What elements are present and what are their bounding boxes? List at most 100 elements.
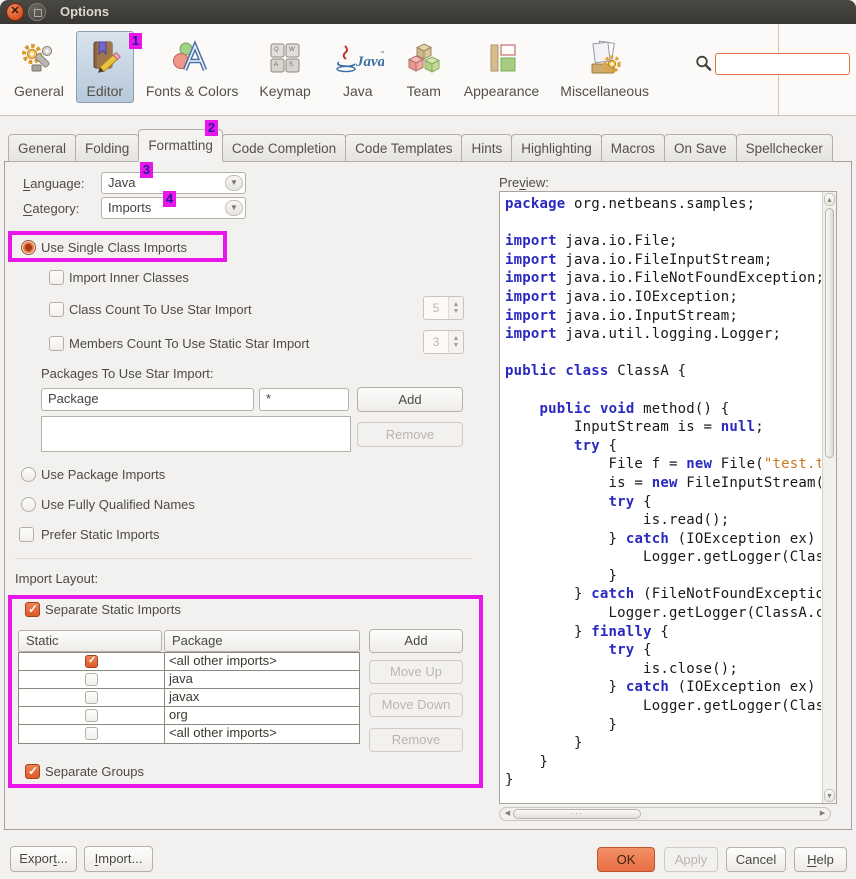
search-icon	[694, 54, 713, 78]
editor-icon	[85, 36, 125, 82]
toolbar-item-label: Java	[343, 83, 373, 99]
static-checkbox[interactable]	[85, 727, 98, 740]
table-row[interactable]: javax	[19, 689, 359, 707]
table-row[interactable]: <all other imports>	[19, 725, 359, 743]
packages-remove-button[interactable]: Remove	[357, 422, 463, 447]
export-button[interactable]: Export...	[10, 846, 77, 872]
toolbar-item-team[interactable]: Team	[396, 31, 452, 103]
vertical-scrollbar-thumb[interactable]	[825, 208, 834, 458]
star-import-packages-list[interactable]	[41, 416, 351, 452]
static-checkbox[interactable]	[85, 709, 98, 722]
separate-static-imports-checkbox[interactable]	[25, 602, 40, 617]
import-inner-classes-label[interactable]: Import Inner Classes	[69, 270, 189, 285]
table-header-package[interactable]: Package	[164, 630, 360, 652]
table-row[interactable]: <all other imports>	[19, 653, 359, 671]
static-checkbox[interactable]	[85, 673, 98, 686]
use-single-class-imports-label[interactable]: Use Single Class Imports	[41, 240, 187, 255]
window-restore-button[interactable]	[28, 3, 46, 21]
tab-on-save[interactable]: On Save	[664, 134, 737, 162]
use-fully-qualified-names-label[interactable]: Use Fully Qualified Names	[41, 497, 195, 512]
members-count-label[interactable]: Members Count To Use Static Star Import	[69, 336, 309, 351]
scroll-right-icon[interactable]: ▶	[816, 809, 829, 819]
tab-code-templates[interactable]: Code Templates	[345, 134, 462, 162]
annotation-marker-3: 3	[140, 162, 153, 178]
chevron-down-icon[interactable]: ▼	[225, 175, 243, 191]
scroll-down-icon[interactable]: ▼	[824, 789, 835, 802]
layout-add-button[interactable]: Add	[369, 629, 463, 653]
apply-button[interactable]: Apply	[664, 847, 718, 872]
preview-code-area: package org.netbeans.samples; import jav…	[499, 191, 837, 804]
fonts-colors-icon	[171, 36, 213, 82]
members-count-spinner[interactable]: 3 ▲▼	[423, 330, 464, 354]
toolbar-item-java[interactable]: Java™Java	[323, 31, 393, 103]
scroll-up-icon[interactable]: ▲	[824, 193, 835, 206]
toolbar-item-keymap[interactable]: QWASKeymap	[250, 31, 319, 103]
help-button[interactable]: Help	[794, 847, 847, 872]
package-name-field[interactable]: Package	[41, 388, 254, 411]
toolbar-item-appearance[interactable]: Appearance	[455, 31, 549, 103]
svg-text:W: W	[289, 47, 295, 53]
class-count-label[interactable]: Class Count To Use Star Import	[69, 302, 252, 317]
toolbar-item-miscellaneous[interactable]: Miscellaneous	[551, 31, 658, 103]
use-fully-qualified-names-radio[interactable]	[21, 497, 36, 512]
svg-text:S: S	[289, 62, 293, 68]
static-checkbox[interactable]	[85, 691, 98, 704]
package-cell[interactable]: org	[165, 707, 359, 724]
star-field[interactable]: *	[259, 388, 349, 411]
tab-spellchecker[interactable]: Spellchecker	[736, 134, 833, 162]
tab-folding[interactable]: Folding	[75, 134, 139, 162]
class-count-checkbox[interactable]	[49, 302, 64, 317]
import-layout-table[interactable]: <all other imports>javajavaxorg<all othe…	[18, 652, 360, 744]
tab-general[interactable]: General	[8, 134, 76, 162]
cancel-button[interactable]: Cancel	[726, 847, 786, 872]
separate-groups-label[interactable]: Separate Groups	[45, 764, 144, 779]
move-up-button[interactable]: Move Up	[369, 660, 463, 684]
packages-add-button[interactable]: Add	[357, 387, 463, 412]
static-cell	[19, 707, 165, 724]
static-cell	[19, 689, 165, 706]
vertical-scrollbar[interactable]: ▲ ▼	[822, 192, 836, 803]
members-count-checkbox[interactable]	[49, 336, 64, 351]
horizontal-scrollbar[interactable]: ◀ ··· ▶	[499, 807, 831, 821]
import-button[interactable]: Import...	[84, 846, 153, 872]
spinner-arrows-icon[interactable]: ▲▼	[449, 331, 463, 353]
separate-static-imports-label[interactable]: Separate Static Imports	[45, 602, 181, 617]
class-count-spinner[interactable]: 5 ▲▼	[423, 296, 464, 320]
package-cell[interactable]: <all other imports>	[165, 653, 359, 670]
prefer-static-imports-checkbox[interactable]	[19, 527, 34, 542]
package-cell[interactable]: <all other imports>	[165, 725, 359, 743]
spinner-arrows-icon[interactable]: ▲▼	[449, 297, 463, 319]
move-down-button[interactable]: Move Down	[369, 693, 463, 717]
language-label: Language:	[23, 176, 84, 191]
tab-highlighting[interactable]: Highlighting	[511, 134, 602, 162]
window-close-button[interactable]: ✕	[6, 3, 24, 21]
toolbar-item-fonts-colors[interactable]: Fonts & Colors	[137, 31, 248, 103]
static-checkbox[interactable]	[85, 655, 98, 668]
table-row[interactable]: org	[19, 707, 359, 725]
use-single-class-imports-radio[interactable]	[21, 240, 36, 255]
annotation-marker-1: 1	[129, 33, 142, 49]
package-cell[interactable]: java	[165, 671, 359, 688]
toolbar-item-editor[interactable]: Editor	[76, 31, 134, 103]
use-package-imports-label[interactable]: Use Package Imports	[41, 467, 165, 482]
toolbar-item-general[interactable]: General	[5, 31, 73, 103]
toolbar-item-label: General	[14, 83, 64, 99]
import-inner-classes-checkbox[interactable]	[49, 270, 64, 285]
team-icon	[405, 36, 443, 82]
layout-remove-button[interactable]: Remove	[369, 728, 463, 752]
tab-hints[interactable]: Hints	[461, 134, 512, 162]
ok-button[interactable]: OK	[597, 847, 655, 872]
separate-groups-checkbox[interactable]	[25, 764, 40, 779]
use-package-imports-radio[interactable]	[21, 467, 36, 482]
table-row[interactable]: java	[19, 671, 359, 689]
chevron-down-icon[interactable]: ▼	[225, 200, 243, 216]
prefer-static-imports-label[interactable]: Prefer Static Imports	[41, 527, 159, 542]
static-cell	[19, 725, 165, 743]
tab-code-completion[interactable]: Code Completion	[222, 134, 346, 162]
toolbar-item-label: Miscellaneous	[560, 83, 649, 99]
table-header-static[interactable]: Static	[18, 630, 162, 652]
search-input[interactable]	[715, 53, 850, 75]
tab-macros[interactable]: Macros	[601, 134, 665, 162]
horizontal-scrollbar-thumb[interactable]: ···	[513, 809, 641, 819]
package-cell[interactable]: javax	[165, 689, 359, 706]
